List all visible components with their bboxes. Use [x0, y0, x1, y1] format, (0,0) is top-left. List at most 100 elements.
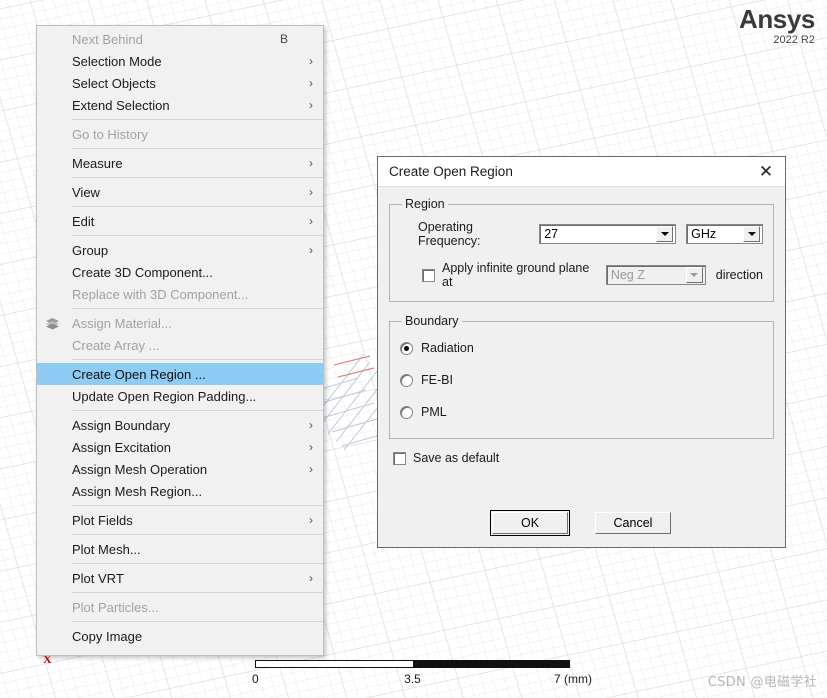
menu-separator — [72, 410, 323, 411]
menu-item-edit[interactable]: Edit › — [37, 210, 323, 232]
radio-icon-febi[interactable] — [400, 373, 413, 387]
chevron-right-icon: › — [309, 571, 313, 585]
menu-item-copy-image[interactable]: Copy Image — [37, 625, 323, 647]
operating-frequency-combo[interactable]: 27 — [539, 224, 677, 244]
menu-item-replace-with-3d-component: Replace with 3D Component... — [37, 283, 323, 305]
menu-item-create-open-region[interactable]: Create Open Region ... — [37, 363, 323, 385]
context-menu[interactable]: Next Behind B Selection Mode › Select Object… — [36, 25, 324, 656]
menu-item-label: Update Open Region Padding... — [72, 388, 257, 404]
menu-item-plot-vrt[interactable]: Plot VRT › — [37, 567, 323, 589]
create-open-region-dialog[interactable]: Create Open Region ✕ Region Operating Fr… — [377, 156, 786, 548]
scale-bar-segment-dark — [412, 661, 569, 667]
region-group-legend: Region — [405, 197, 445, 211]
menu-item-label: Go to History — [72, 126, 148, 142]
chevron-right-icon: › — [309, 76, 313, 90]
menu-item-plot-fields[interactable]: Plot Fields › — [37, 509, 323, 531]
radio-icon-pml[interactable] — [400, 405, 413, 419]
operating-frequency-row: Operating Frequency: 27 GHz — [400, 220, 764, 248]
menu-item-label: Selection Mode — [72, 53, 162, 69]
menu-item-plot-mesh[interactable]: Plot Mesh... — [37, 538, 323, 560]
dialog-body: Region Operating Frequency: 27 GHz Apply… — [378, 187, 785, 548]
menu-item-label: Measure — [72, 155, 123, 171]
region-group: Region Operating Frequency: 27 GHz Apply… — [389, 197, 774, 302]
scale-tick-mid: 3.5 — [404, 672, 421, 686]
menu-item-assign-mesh-region[interactable]: Assign Mesh Region... — [37, 480, 323, 502]
watermark-text: CSDN @电磁学社 — [707, 675, 817, 690]
menu-item-create-array: Create Array ... — [37, 334, 323, 356]
menu-item-assign-excitation[interactable]: Assign Excitation › — [37, 436, 323, 458]
menu-separator — [72, 505, 323, 506]
menu-item-assign-boundary[interactable]: Assign Boundary › — [37, 414, 323, 436]
menu-item-label: Plot Mesh... — [72, 541, 141, 557]
radio-icon-radiation[interactable] — [400, 341, 413, 355]
menu-item-update-open-region-padding[interactable]: Update Open Region Padding... — [37, 385, 323, 407]
chevron-right-icon: › — [309, 156, 313, 170]
menu-item-extend-selection[interactable]: Extend Selection › — [37, 94, 323, 116]
menu-item-group[interactable]: Group › — [37, 239, 323, 261]
chevron-down-icon[interactable] — [685, 267, 703, 283]
chevron-right-icon: › — [309, 462, 313, 476]
menu-item-create-3d-component[interactable]: Create 3D Component... — [37, 261, 323, 283]
menu-item-label: Plot Particles... — [72, 599, 159, 615]
ansys-version: 2022 R2 — [773, 34, 815, 46]
menu-item-label: Create Array ... — [72, 337, 160, 353]
save-as-default-checkbox[interactable] — [393, 451, 406, 465]
boundary-label-radiation: Radiation — [421, 341, 474, 355]
save-as-default-label: Save as default — [413, 451, 500, 465]
ok-button[interactable]: OK — [490, 510, 570, 536]
menu-item-select-objects[interactable]: Select Objects › — [37, 72, 323, 94]
menu-separator — [72, 206, 323, 207]
menu-separator — [72, 359, 323, 360]
close-icon[interactable]: ✕ — [751, 159, 781, 185]
scale-tick-max: 7 (mm) — [554, 672, 592, 686]
cancel-button[interactable]: Cancel — [595, 512, 671, 534]
menu-separator — [72, 119, 323, 120]
chevron-down-icon[interactable] — [743, 226, 761, 242]
menu-item-shortcut: B — [279, 32, 288, 46]
apply-ground-plane-checkbox[interactable] — [422, 268, 435, 282]
chevron-right-icon: › — [309, 243, 313, 257]
menu-item-label: View — [72, 184, 100, 200]
menu-item-label: Create 3D Component... — [72, 264, 213, 280]
chevron-right-icon: › — [309, 418, 313, 432]
menu-item-assign-mesh-operation[interactable]: Assign Mesh Operation › — [37, 458, 323, 480]
menu-item-assign-material: Assign Material... — [37, 312, 323, 334]
chevron-down-icon[interactable] — [656, 226, 674, 242]
ground-plane-direction-combo[interactable]: Neg Z — [605, 265, 706, 285]
menu-item-label: Extend Selection — [72, 97, 170, 113]
menu-separator — [72, 235, 323, 236]
menu-item-label: Assign Material... — [72, 315, 172, 331]
menu-separator — [72, 621, 323, 622]
boundary-label-pml: PML — [421, 405, 447, 419]
chevron-right-icon: › — [309, 98, 313, 112]
menu-item-label: Assign Mesh Region... — [72, 483, 203, 499]
boundary-label-febi: FE-BI — [421, 373, 453, 387]
menu-item-label: Plot Fields — [72, 512, 133, 528]
chevron-right-icon: › — [309, 185, 313, 199]
menu-item-selection-mode[interactable]: Selection Mode › — [37, 50, 323, 72]
ansys-logo-name: Ansys — [738, 4, 815, 34]
scale-tick-min: 0 — [252, 672, 259, 686]
chevron-right-icon: › — [309, 214, 313, 228]
menu-item-label: Replace with 3D Component... — [72, 286, 249, 302]
scale-bar-ticks: 0 3.5 7 (mm) — [252, 672, 592, 688]
boundary-option-radiation[interactable]: Radiation — [400, 339, 763, 357]
boundary-option-pml[interactable]: PML — [400, 403, 763, 421]
menu-item-measure[interactable]: Measure › — [37, 152, 323, 174]
chevron-right-icon: › — [309, 513, 313, 527]
menu-item-view[interactable]: View › — [37, 181, 323, 203]
scale-bar-segment-light — [256, 661, 413, 667]
menu-item-go-to-history: Go to History — [37, 123, 323, 145]
direction-suffix-label: direction — [715, 268, 763, 282]
menu-item-label: Copy Image — [72, 628, 143, 644]
boundary-group-legend: Boundary — [405, 314, 459, 328]
menu-separator — [72, 177, 323, 178]
ground-plane-direction-value: Neg Z — [610, 268, 645, 282]
menu-separator — [72, 592, 323, 593]
menu-item-label: Assign Excitation — [72, 439, 171, 455]
frequency-unit-combo[interactable]: GHz — [686, 224, 764, 244]
chevron-right-icon: › — [309, 54, 313, 68]
menu-separator — [72, 148, 323, 149]
ansys-logo: Ansys 2022 R2 — [739, 6, 815, 46]
boundary-option-febi[interactable]: FE-BI — [400, 371, 763, 389]
